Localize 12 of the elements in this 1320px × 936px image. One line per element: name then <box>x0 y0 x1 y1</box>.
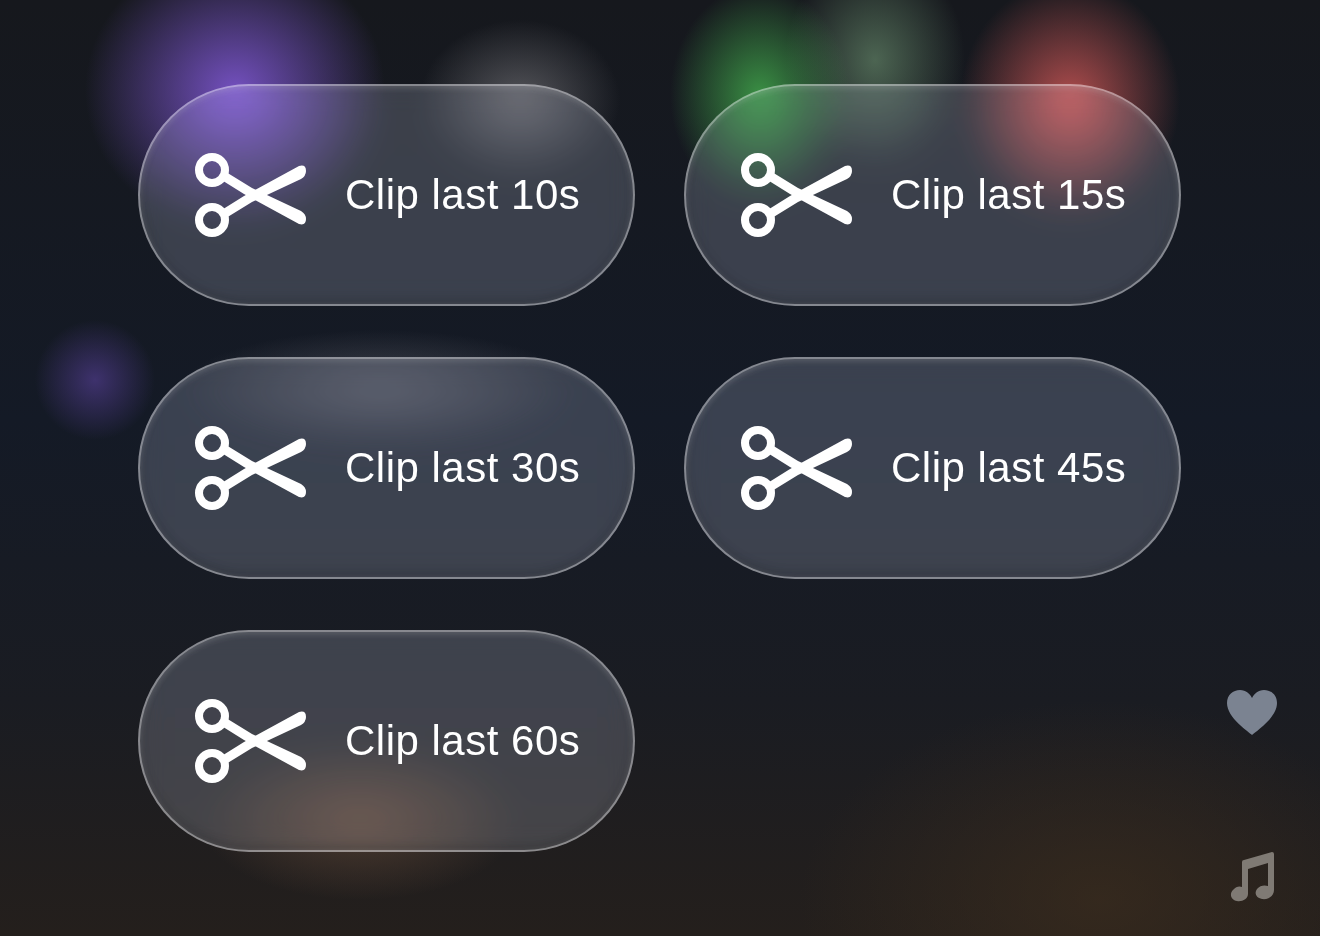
scissors-icon <box>194 698 306 784</box>
scissors-icon <box>194 425 306 511</box>
scissors-icon <box>194 152 306 238</box>
clip-button[interactable]: Clip last 15s <box>684 84 1181 306</box>
clip-button[interactable]: Clip last 60s <box>138 630 635 852</box>
clip-button[interactable]: Clip last 45s <box>684 357 1181 579</box>
clip-button[interactable]: Clip last 10s <box>138 84 635 306</box>
clip-button[interactable]: Clip last 30s <box>138 357 635 579</box>
music-note-icon[interactable] <box>1230 852 1274 902</box>
scissors-icon <box>740 152 852 238</box>
scissors-icon <box>740 425 852 511</box>
heart-icon[interactable] <box>1227 690 1277 735</box>
